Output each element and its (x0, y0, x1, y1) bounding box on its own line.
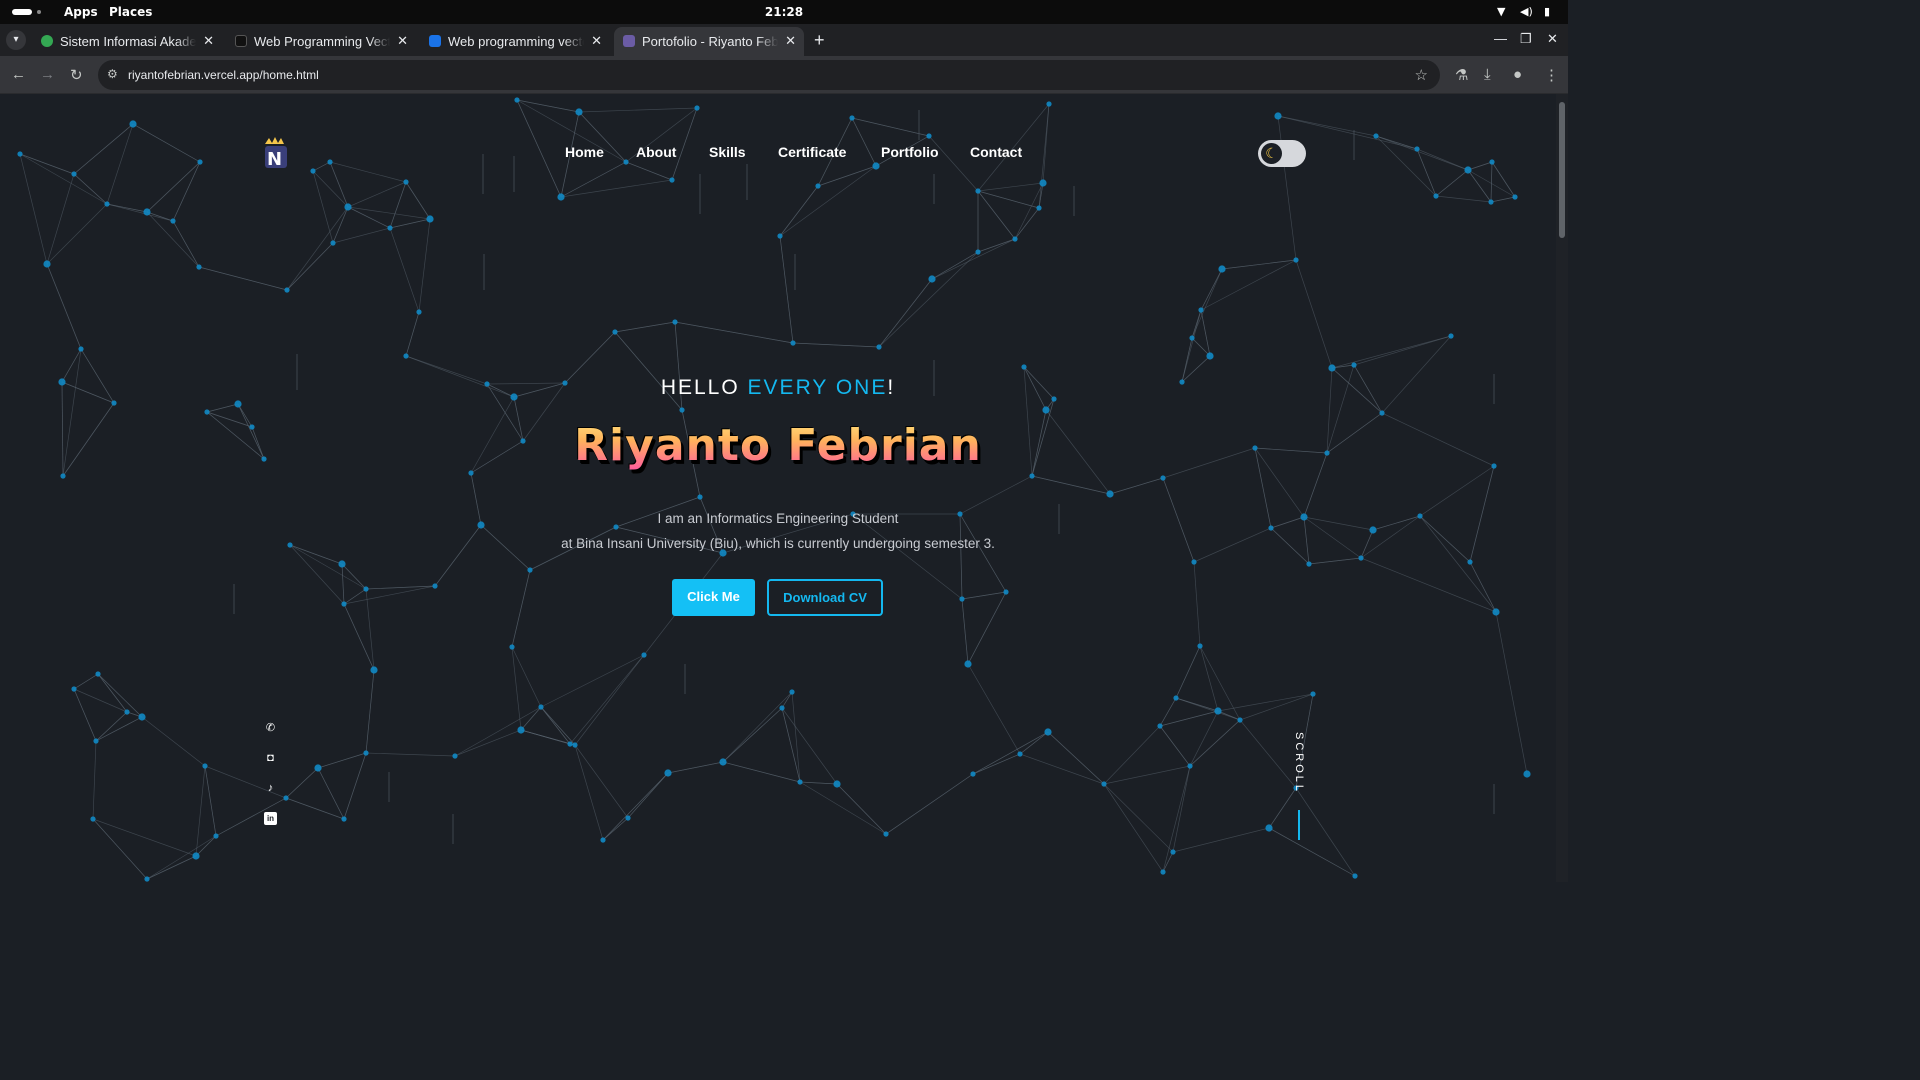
hero-description-line-1: I am an Informatics Engineering Student (657, 511, 899, 526)
nav-portfolio[interactable]: Portfolio (881, 144, 939, 160)
back-arrow-icon[interactable]: ← (11, 66, 26, 83)
tab-favicon-icon (429, 35, 441, 47)
scroll-line (1298, 810, 1300, 840)
hero-name: Riyanto Febrian (0, 420, 1556, 471)
labs-flask-icon[interactable]: ⚗ (1455, 66, 1468, 84)
reload-icon[interactable]: ↻ (70, 66, 83, 84)
greeting-text: HELLO (660, 376, 740, 399)
maximize-icon[interactable]: ❐ (1520, 31, 1532, 47)
tab-close-icon[interactable]: ✕ (591, 33, 602, 49)
theme-toggle[interactable]: ☾ (1258, 140, 1306, 167)
site-info-icon[interactable]: ⚙ (107, 67, 118, 81)
moon-icon: ☾ (1261, 143, 1282, 164)
address-bar[interactable]: ⚙ riyantofebrian.vercel.app/home.html ☆ (98, 60, 1440, 90)
volume-icon[interactable]: ◀) (1520, 5, 1533, 18)
nav-certificate[interactable]: Certificate (778, 144, 846, 160)
nav-about[interactable]: About (636, 144, 676, 160)
minimize-icon[interactable]: — (1494, 31, 1507, 46)
bookmark-star-icon[interactable]: ☆ (1415, 66, 1428, 84)
hero-name-text: Riyanto Febrian (574, 420, 982, 471)
scroll-label: SCROLL (1293, 732, 1305, 795)
tab-title: Web Programming Vector (254, 34, 390, 49)
tab-close-icon[interactable]: ✕ (785, 33, 796, 49)
hero-greeting: HELLO EVERY ONE! (0, 376, 1556, 400)
scroll-indicator[interactable]: SCROLL (1292, 732, 1306, 842)
url-text[interactable]: riyantofebrian.vercel.app/home.html (128, 68, 319, 82)
particle-network-background (17, 97, 1531, 882)
profile-avatar-icon[interactable]: ● (1513, 66, 1522, 83)
page-scrollbar[interactable] (1556, 94, 1568, 882)
wifi-icon[interactable]: ▼ (1497, 5, 1505, 18)
tab-close-icon[interactable]: ✕ (397, 33, 408, 49)
tab-title: Portofolio - Riyanto Febrian (642, 34, 778, 49)
instagram-icon[interactable]: ◘ (264, 752, 277, 765)
new-tab-plus-icon[interactable]: + (814, 30, 825, 51)
click-me-button[interactable]: Click Me (672, 579, 755, 616)
tab-favicon-icon (235, 35, 247, 47)
browser-tab-2[interactable]: Web Programming Vector ✕ (226, 27, 416, 56)
system-clock[interactable]: 21:28 (0, 5, 1568, 19)
tab-search-button[interactable]: ▾ (6, 30, 26, 50)
browser-toolbar: ← → ↻ ⚙ riyantofebrian.vercel.app/home.h… (0, 56, 1568, 94)
browser-tab-4-active[interactable]: Portofolio - Riyanto Febrian ✕ (614, 27, 804, 56)
nav-contact[interactable]: Contact (970, 144, 1022, 160)
tab-title: Web programming vector (448, 34, 584, 49)
browser-menu-icon[interactable]: ⋮ (1544, 66, 1559, 84)
nav-skills[interactable]: Skills (709, 144, 746, 160)
linkedin-icon[interactable]: in (264, 812, 277, 825)
scrollbar-thumb[interactable] (1559, 102, 1565, 238)
svg-text:N: N (267, 149, 282, 170)
browser-tab-1[interactable]: Sistem Informasi Akademik ✕ (32, 27, 222, 56)
close-window-icon[interactable]: ✕ (1547, 31, 1558, 47)
web-page-viewport: N Home About Skills Certificate Portfoli… (0, 94, 1556, 882)
tiktok-icon[interactable]: ♪ (264, 782, 277, 795)
browser-tab-strip: ▾ Sistem Informasi Akademik ✕ Web Progra… (0, 24, 1568, 56)
greeting-accent: EVERY ONE (747, 376, 888, 399)
whatsapp-icon[interactable]: ✆ (264, 722, 277, 735)
system-top-bar: Apps Places 21:28 ▼ ◀) ▮ (0, 0, 1568, 24)
tab-title: Sistem Informasi Akademik (60, 34, 196, 49)
download-cv-button[interactable]: Download CV (767, 579, 883, 616)
site-logo-icon[interactable]: N (259, 136, 291, 172)
tab-favicon-icon (41, 35, 53, 47)
greeting-end: ! (887, 376, 896, 399)
download-icon[interactable]: ⤓ (1484, 66, 1491, 83)
tab-favicon-icon (623, 35, 635, 47)
battery-icon[interactable]: ▮ (1544, 5, 1550, 18)
forward-arrow-icon[interactable]: → (40, 66, 55, 83)
nav-home[interactable]: Home (565, 144, 604, 160)
tab-close-icon[interactable]: ✕ (203, 33, 214, 49)
hero-description-line-2: at Bina Insani University (Biu), which i… (561, 536, 995, 551)
browser-tab-3[interactable]: Web programming vector ✕ (420, 27, 610, 56)
